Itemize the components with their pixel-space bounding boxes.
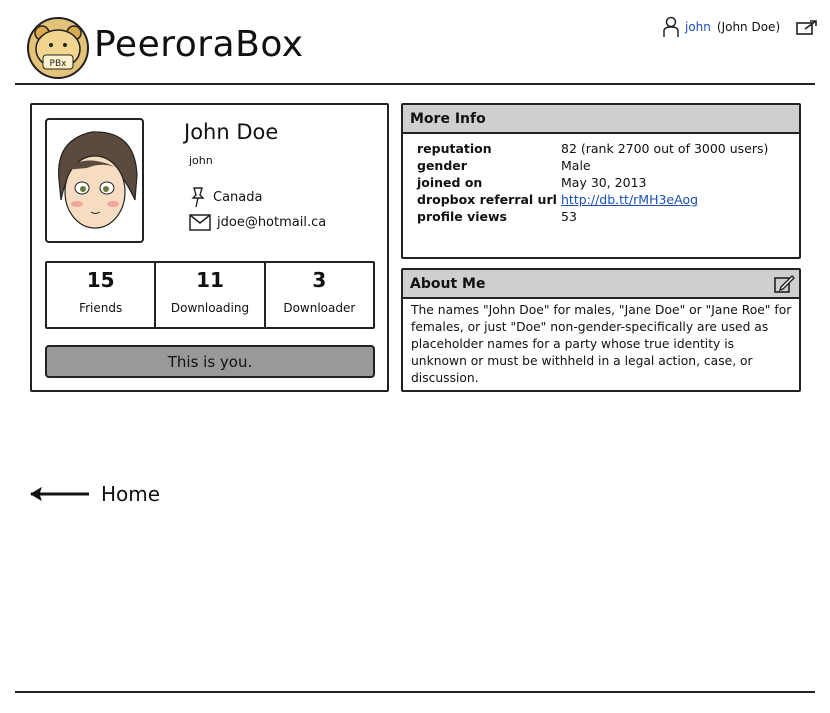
about-me-text: The names "John Doe" for males, "Jane Do… (411, 303, 792, 385)
stats-box: 15 Friends 11 Downloading 3 Downloader (45, 261, 375, 329)
stat-label: Downloader (283, 301, 356, 315)
logo-text[interactable]: PeeroraBox (94, 24, 304, 65)
header-divider (15, 83, 815, 85)
info-row-reputation: reputation 82 (rank 2700 out of 3000 use… (417, 141, 768, 158)
email-row: jdoe@hotmail.ca (189, 214, 326, 231)
stat-label: Friends (79, 301, 123, 315)
about-me-title: About Me (410, 275, 486, 292)
stat-friends[interactable]: 15 Friends (47, 263, 154, 327)
info-key: profile views (417, 209, 507, 224)
edit-icon[interactable] (773, 273, 795, 295)
info-key: dropbox referral url (417, 192, 557, 207)
envelope-icon (189, 214, 211, 231)
stat-value: 3 (312, 268, 327, 292)
user-menu: john (John Doe) (663, 15, 818, 39)
stat-downloading[interactable]: 11 Downloading (154, 263, 263, 327)
info-row-joined: joined on May 30, 2013 (417, 175, 768, 192)
email-text[interactable]: jdoe@hotmail.ca (217, 215, 326, 230)
more-info-panel: More Info reputation 82 (rank 2700 out o… (401, 103, 801, 259)
stat-downloader[interactable]: 3 Downloader (263, 263, 373, 327)
stat-value: 15 (86, 268, 115, 292)
bear-logo-icon: PBx (34, 25, 82, 70)
logo-badge[interactable]: PBx (27, 17, 89, 79)
arrow-left-icon (30, 486, 89, 502)
svg-text:PBx: PBx (50, 59, 68, 69)
referral-link[interactable]: http://db.tt/rMH3eAog (561, 192, 698, 207)
stat-value: 11 (196, 268, 224, 292)
more-info-header: More Info (403, 105, 799, 134)
info-value: 53 (561, 209, 577, 224)
home-nav[interactable]: Home (29, 482, 160, 506)
info-value: http://db.tt/rMH3eAog (561, 192, 768, 209)
info-row-gender: gender Male (417, 158, 768, 175)
info-key: joined on (417, 175, 483, 190)
about-me-panel: About Me The names "John Doe" for males,… (401, 268, 801, 392)
more-info-table: reputation 82 (rank 2700 out of 3000 use… (417, 141, 768, 226)
home-label[interactable]: Home (101, 482, 160, 506)
user-full-name: (John Doe) (716, 20, 781, 34)
info-value: May 30, 2013 (561, 175, 647, 190)
self-notice-bar: This is you. (45, 345, 375, 378)
username-link[interactable]: john (685, 20, 711, 34)
info-value: Male (561, 158, 591, 173)
footer-divider (15, 691, 815, 693)
profile-username: john (189, 154, 213, 167)
avatar (45, 118, 144, 243)
profile-name: John Doe (184, 120, 279, 144)
pin-icon (191, 187, 205, 208)
info-key: reputation (417, 141, 492, 156)
info-row-referral: dropbox referral url http://db.tt/rMH3eA… (417, 192, 768, 209)
location-text: Canada (213, 189, 263, 205)
about-me-header: About Me (403, 270, 799, 299)
stat-label: Downloading (170, 301, 250, 315)
info-value: 82 (rank 2700 out of 3000 users) (561, 141, 769, 156)
info-row-views: profile views 53 (417, 209, 768, 226)
info-key: gender (417, 158, 467, 173)
logout-icon[interactable] (796, 19, 818, 35)
user-icon (663, 16, 679, 37)
location-row: Canada (189, 186, 262, 208)
